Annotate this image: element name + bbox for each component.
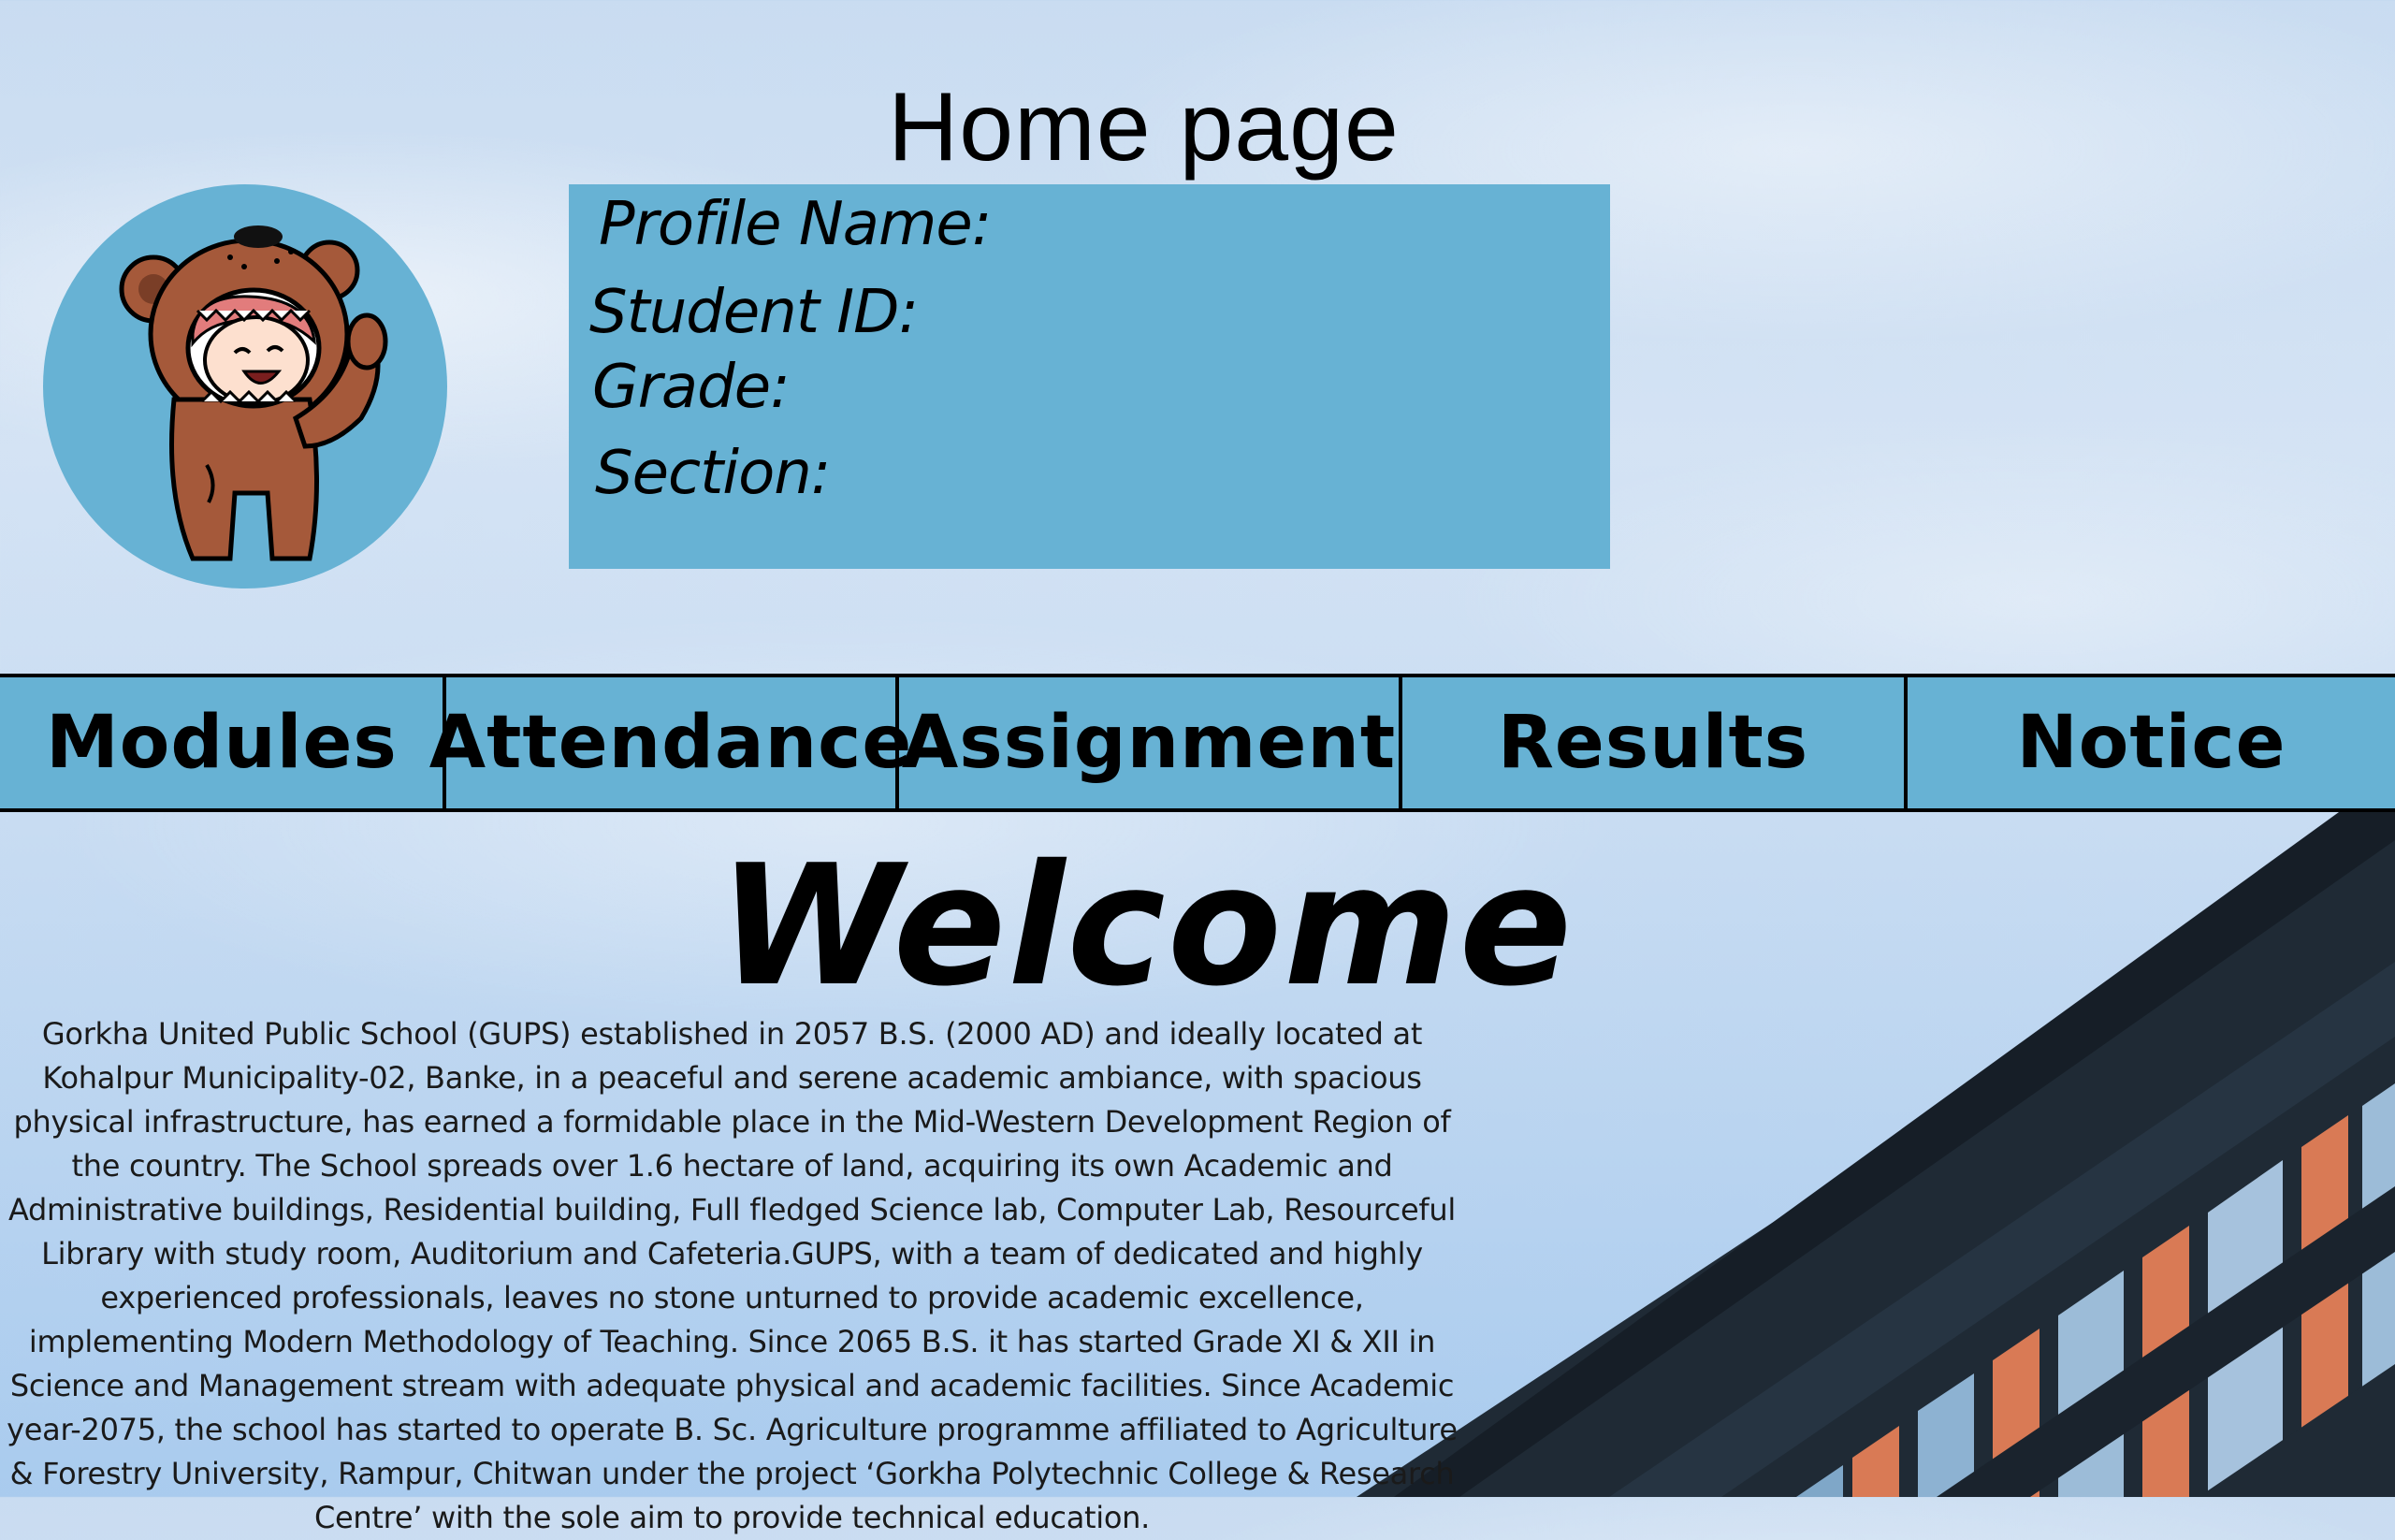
page-title: Home page [888,72,1400,182]
grade-label: Grade: [592,353,791,422]
profile-card: Profile Name: Student ID: Grade: Section… [569,184,1610,569]
bear-costume-avatar-icon [119,225,388,561]
profile-name-label: Profile Name: [599,190,992,259]
student-id-label: Student ID: [589,278,919,347]
nav-item-results[interactable]: Results [1402,677,1904,808]
nav-item-attendance[interactable]: Attendance [429,677,912,808]
profile-avatar[interactable] [43,184,447,588]
nav-item-modules[interactable]: Modules [0,677,443,808]
school-description: Gorkha United Public School (GUPS) estab… [7,1016,1458,1535]
nav-item-notice[interactable]: Notice [1908,677,2395,808]
nav-item-assignment[interactable]: Assignment [899,677,1399,808]
welcome-heading: Welcome [718,829,1575,1023]
section-label: Section: [595,439,831,508]
main-navigation: Modules Attendance Assignment Results No… [0,674,2395,812]
